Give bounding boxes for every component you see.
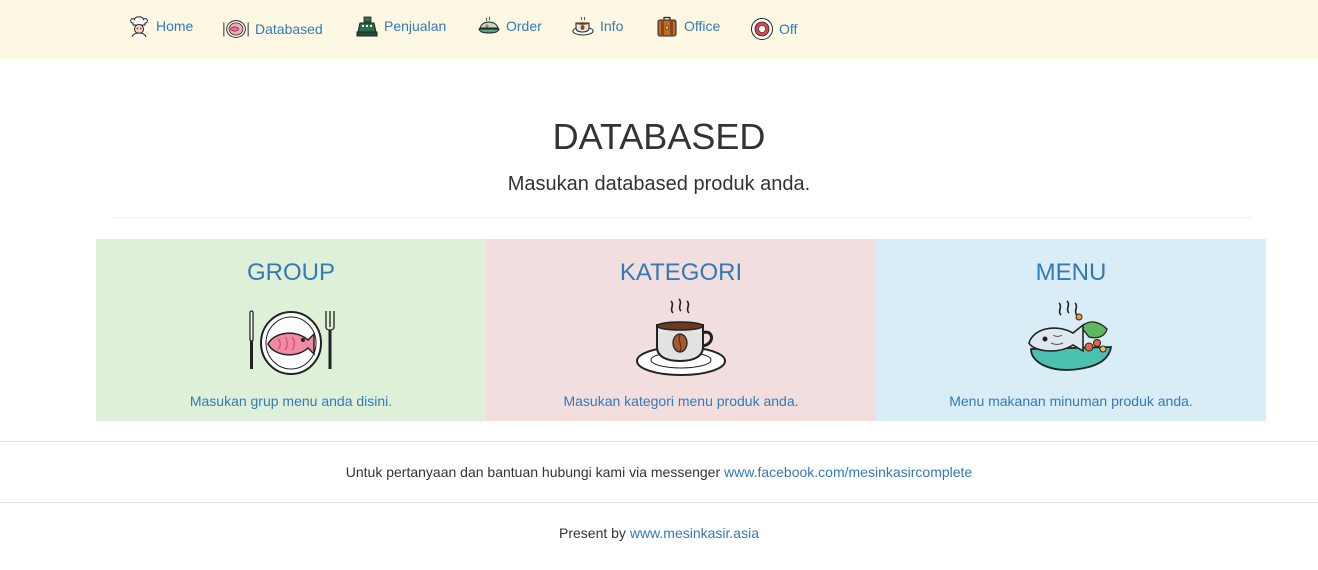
panel-kategori-description: Masukan kategori menu produk anda.: [563, 393, 799, 409]
nav-item-info[interactable]: Info: [571, 10, 623, 42]
panel-menu-description: Menu makanan minuman produk anda.: [949, 393, 1193, 409]
nav-label-off: Off: [779, 21, 798, 37]
header-divider: [112, 217, 1251, 218]
nav-item-databased[interactable]: Databased: [222, 13, 323, 45]
food-tray-icon: [478, 16, 500, 34]
nav-label-home: Home: [156, 18, 194, 34]
fish-dish-icon: [1028, 300, 1113, 371]
nav-item-office[interactable]: Office: [655, 10, 720, 42]
facebook-link[interactable]: www.facebook.com/mesinkasircomplete: [724, 464, 972, 480]
footer-divider-bottom: [0, 502, 1318, 503]
panel-menu[interactable]: MENU Menu makanan minuman produk anda.: [876, 239, 1266, 421]
footer-divider-top: [0, 441, 1318, 442]
cash-register-icon: [356, 16, 378, 37]
page-title: DATABASED: [552, 116, 766, 157]
panel-group-title[interactable]: GROUP: [96, 259, 486, 287]
fish-plate-icon: [223, 20, 249, 38]
panel-group[interactable]: GROUP Masukan grup menu anda disini.: [96, 239, 486, 421]
nav-label-penjualan: Penjualan: [384, 18, 447, 34]
panel-kategori-title[interactable]: KATEGORI: [486, 259, 876, 287]
chef-icon: [130, 16, 148, 38]
nav-label-databased: Databased: [255, 21, 323, 37]
coffee-cup-icon: [572, 16, 594, 36]
nav-item-off[interactable]: Off: [750, 13, 797, 45]
nav-label-info: Info: [600, 18, 624, 34]
footer-present-text: Present by: [559, 525, 626, 541]
page-subtitle: Masukan databased produk anda.: [507, 173, 811, 195]
panel-menu-title[interactable]: MENU: [876, 259, 1266, 287]
nav-item-home[interactable]: Home: [127, 10, 193, 42]
briefcase-icon: [657, 16, 677, 37]
nav-label-order: Order: [506, 18, 542, 34]
nav-item-order[interactable]: Order: [477, 10, 542, 42]
coffee-cup-icon: [636, 298, 726, 376]
footer-contact-text: Untuk pertanyaan dan bantuan hubungi kam…: [345, 464, 721, 480]
footer-contact: Untuk pertanyaan dan bantuan hubungi kam…: [0, 464, 1318, 480]
panel-kategori[interactable]: KATEGORI Masukan kategori menu produk an…: [486, 239, 876, 421]
website-link[interactable]: www.mesinkasir.asia: [630, 525, 759, 541]
navbar: Home Databased Penjualan Order Info Offi…: [0, 0, 1318, 59]
power-icon: [751, 18, 773, 40]
footer-present: Present by www.mesinkasir.asia: [0, 525, 1318, 541]
nav-item-penjualan[interactable]: Penjualan: [355, 10, 446, 42]
fish-plate-icon: [249, 310, 335, 375]
panel-group-description: Masukan grup menu anda disini.: [189, 393, 393, 409]
nav-label-office: Office: [684, 18, 721, 34]
